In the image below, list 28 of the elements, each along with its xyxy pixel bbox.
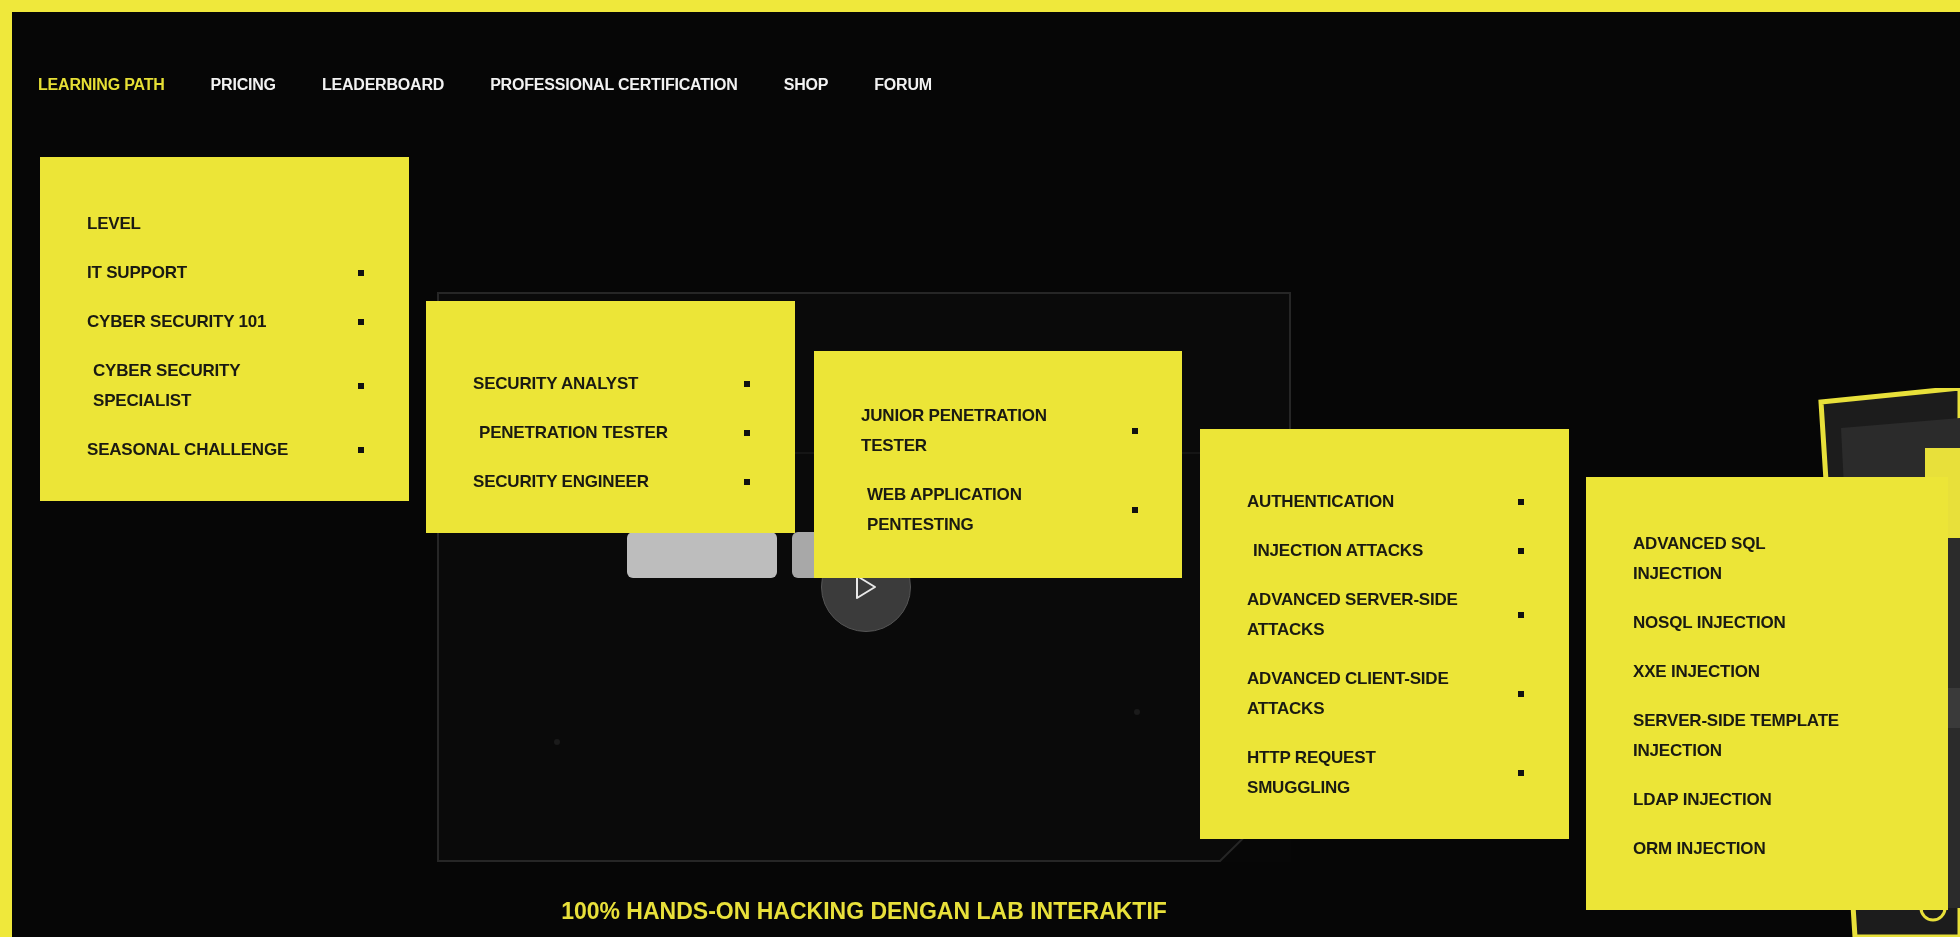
menu-item[interactable]: ORM INJECTION: [1633, 834, 1847, 864]
menu-item[interactable]: LDAP INJECTION: [1633, 785, 1847, 815]
menu-item[interactable]: WEB APPLICATION PENTESTING: [861, 480, 1087, 540]
nav-link[interactable]: SHOP: [783, 73, 829, 97]
nav-link[interactable]: PRICING: [210, 73, 276, 97]
menu-item[interactable]: PENETRATION TESTER: [473, 418, 699, 448]
menu-item[interactable]: HTTP REQUEST SMUGGLING: [1247, 743, 1467, 803]
menu-item[interactable]: SECURITY ENGINEER: [473, 467, 693, 497]
menu-item[interactable]: SEASONAL CHALLENGE: [87, 435, 307, 465]
menu-item[interactable]: CYBER SECURITY 101: [87, 307, 307, 337]
menu-item[interactable]: ADVANCED CLIENT-SIDE ATTACKS: [1247, 664, 1467, 724]
menu-item[interactable]: IT SUPPORT: [87, 258, 307, 288]
menu-item[interactable]: SECURITY ANALYST: [473, 369, 693, 399]
menu-item[interactable]: CYBER SECURITY SPECIALIST: [87, 356, 313, 416]
nav-link[interactable]: LEARNING PATH: [38, 73, 165, 97]
menu-item[interactable]: AUTHENTICATION: [1247, 487, 1467, 517]
menu-item[interactable]: ADVANCED SERVER-SIDE ATTACKS: [1247, 585, 1467, 645]
menu-item[interactable]: INJECTION ATTACKS: [1247, 536, 1473, 566]
menu-item[interactable]: SERVER-SIDE TEMPLATE INJECTION: [1633, 706, 1847, 766]
menu-item[interactable]: JUNIOR PENETRATION TESTER: [861, 401, 1081, 461]
nav-link[interactable]: FORUM: [874, 73, 932, 97]
menu-item[interactable]: NOSQL INJECTION: [1633, 608, 1847, 638]
nav-link[interactable]: PROFESSIONAL CERTIFICATION: [490, 73, 738, 97]
menu-heading: LEVEL: [87, 213, 142, 235]
menu-item[interactable]: ADVANCED SQL INJECTION: [1633, 529, 1847, 589]
nav-link[interactable]: LEADERBOARD: [321, 73, 445, 97]
tagline: 100% HANDS-ON HACKING DENGAN LAB INTERAKTIF: [560, 897, 1168, 926]
menu-item[interactable]: XXE INJECTION: [1633, 657, 1847, 687]
